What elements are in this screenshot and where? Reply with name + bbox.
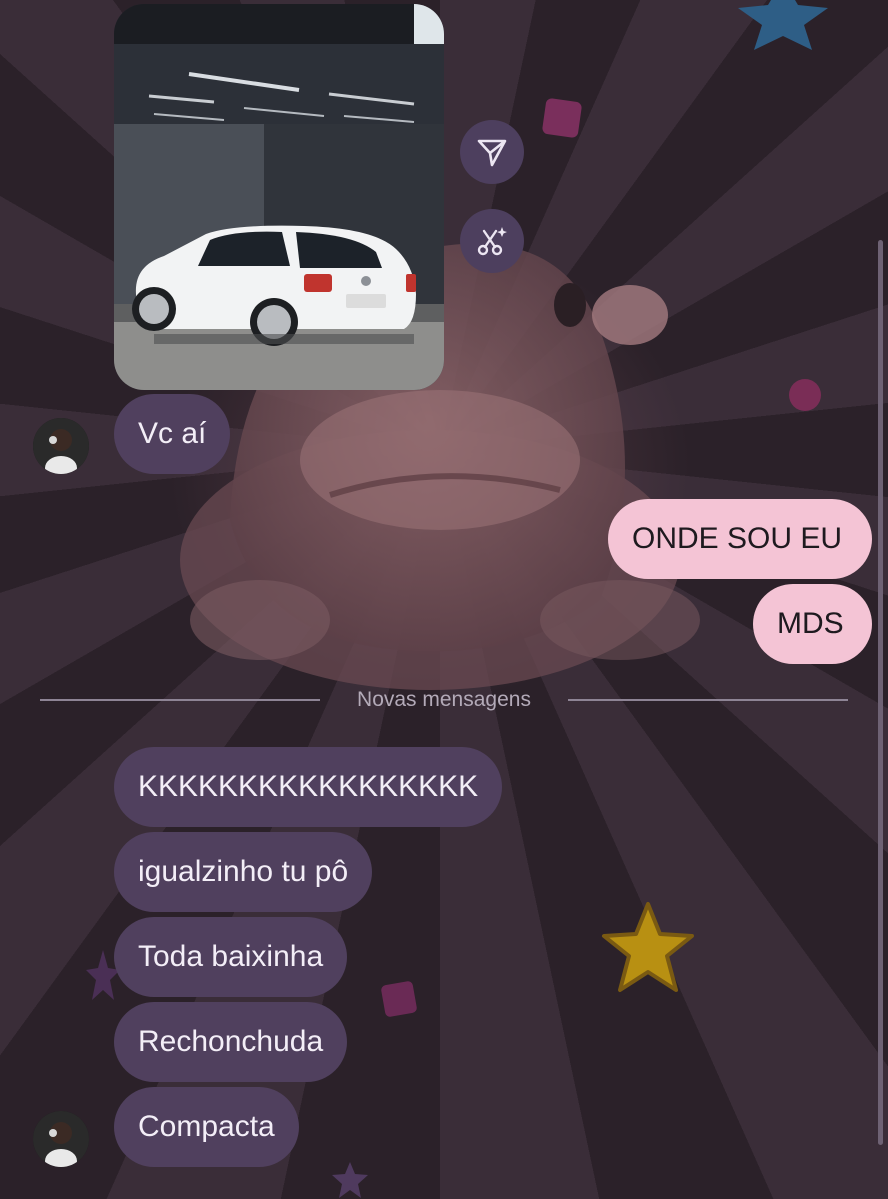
dot-decoration-icon <box>789 379 821 411</box>
remix-button[interactable] <box>460 209 524 273</box>
avatar[interactable] <box>33 1111 89 1167</box>
star-decoration-icon <box>332 1162 368 1198</box>
message-bubble-incoming[interactable]: Vc aí <box>114 394 231 474</box>
send-icon <box>477 139 507 167</box>
scissors-sparkle-icon <box>477 227 507 256</box>
share-button[interactable] <box>460 120 524 184</box>
message-bubble-outgoing[interactable]: ONDE SOU EU <box>608 499 872 579</box>
message-bubble-outgoing[interactable]: MDS <box>753 584 872 664</box>
message-bubble-incoming[interactable]: Compacta <box>114 1087 299 1167</box>
message-bubble-incoming[interactable]: Rechonchuda <box>114 1002 348 1082</box>
avatar[interactable] <box>33 418 89 474</box>
star-decoration-icon <box>602 902 694 992</box>
scrollbar[interactable] <box>878 240 883 1145</box>
message-bubble-incoming[interactable]: Toda baixinha <box>114 917 348 997</box>
new-messages-label: Novas mensagens <box>357 688 531 711</box>
image-message[interactable] <box>114 4 444 390</box>
star-decoration-icon <box>738 0 828 50</box>
new-messages-divider: Novas mensagens <box>40 685 848 715</box>
car-photo <box>114 4 444 390</box>
square-decoration-icon <box>381 981 417 1017</box>
message-bubble-incoming[interactable]: igualzinho tu pô <box>114 832 373 912</box>
message-bubble-incoming[interactable]: KKKKKKKKKKKKKKKKK <box>114 747 503 827</box>
square-decoration-icon <box>542 98 582 138</box>
